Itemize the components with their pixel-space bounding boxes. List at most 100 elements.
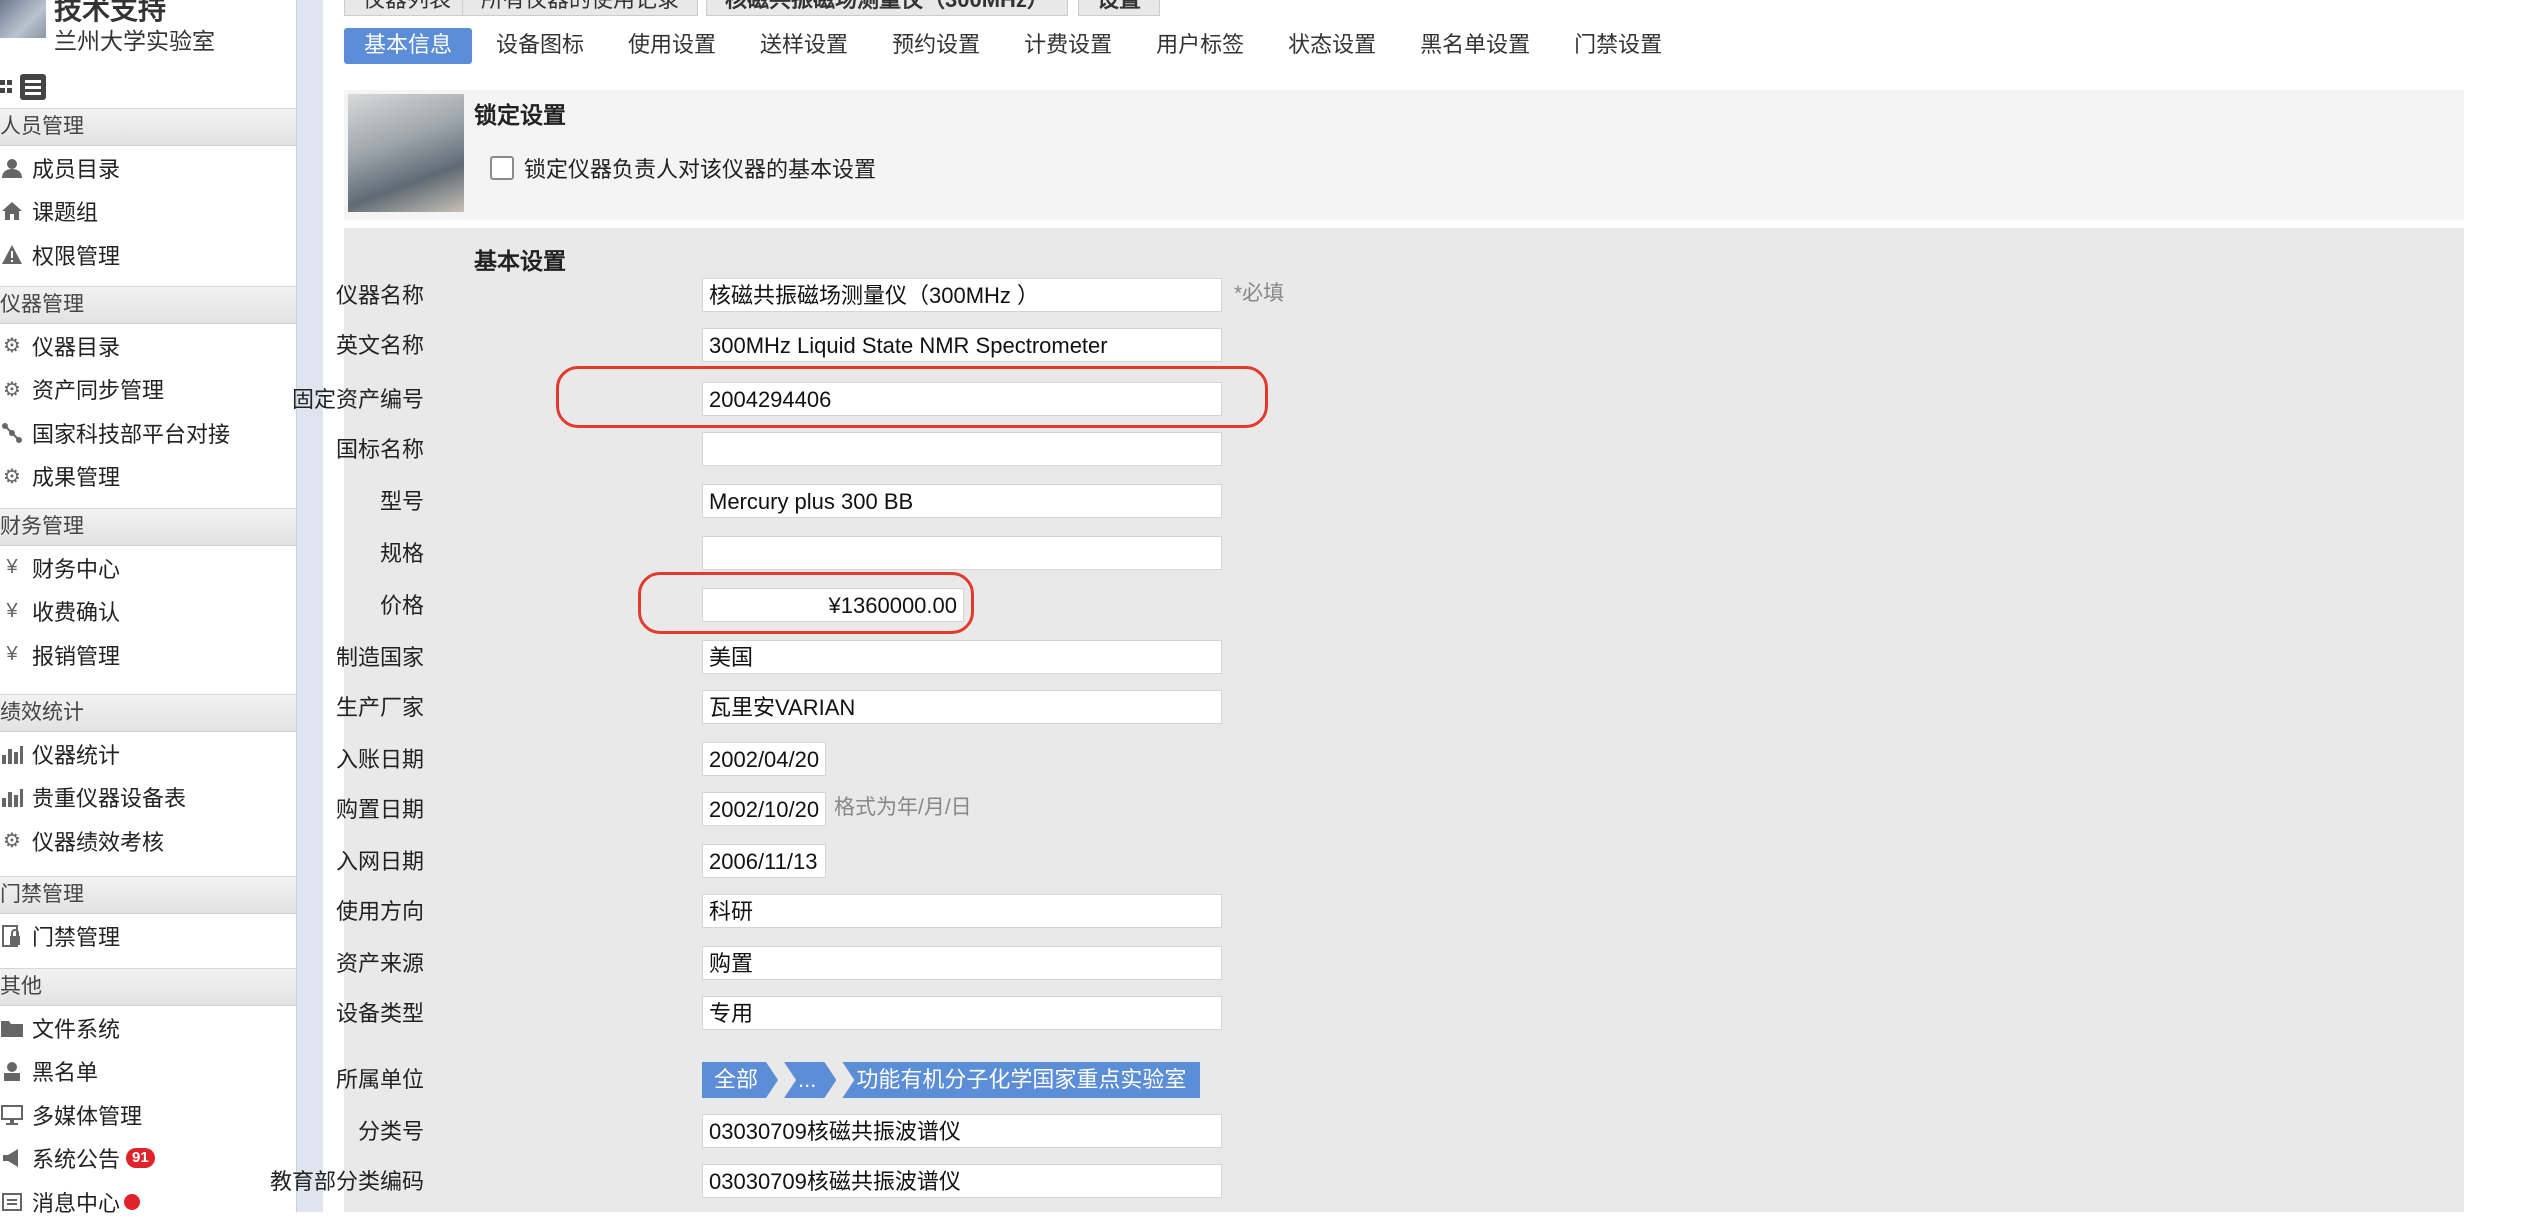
sidebar-item-label: 系统公告 bbox=[32, 1147, 121, 1173]
list-view-icon[interactable] bbox=[20, 74, 46, 100]
sidebar-item-label: 多媒体管理 bbox=[32, 1103, 143, 1129]
sidebar-item-label: 文件系统 bbox=[32, 1016, 121, 1042]
field-label: 英文名称 bbox=[335, 333, 424, 358]
message-icon bbox=[0, 1190, 24, 1214]
sidebar-item-performance[interactable]: ⚙ 仪器绩效考核 bbox=[0, 819, 296, 863]
door-lock-icon bbox=[0, 924, 24, 948]
usage-direction-input[interactable]: 科研 bbox=[702, 894, 1222, 928]
nav-section-finance: 财务管理 ¥ 财务中心 ¥ 收费确认 ¥ 报销管理 bbox=[0, 508, 296, 677]
model-input[interactable]: Mercury plus 300 BB bbox=[702, 484, 1222, 518]
field-manufacturer: 生产厂家 瓦里安VARIAN bbox=[336, 688, 1744, 728]
sidebar-item-access-control[interactable]: 门禁管理 bbox=[0, 914, 296, 958]
sidebar-item-blacklist[interactable]: 黑名单 bbox=[0, 1050, 296, 1094]
sidebar-item-reimbursement[interactable]: ¥ 报销管理 bbox=[0, 633, 296, 677]
sidebar-item-groups[interactable]: 课题组 bbox=[0, 190, 296, 234]
unit-path-root[interactable]: 全部 bbox=[702, 1062, 778, 1098]
yen-icon: ¥ bbox=[6, 599, 18, 622]
nav-section-title: 仪器管理 bbox=[0, 286, 296, 324]
tab-booking-settings[interactable]: 预约设置 bbox=[872, 28, 1000, 64]
field-label: 制造国家 bbox=[335, 645, 424, 670]
tab-basic-info[interactable]: 基本信息 bbox=[344, 28, 473, 64]
field-class-number: 分类号 03030709核磁共振波谱仪 bbox=[344, 1112, 1744, 1152]
spec-input[interactable] bbox=[702, 536, 1222, 570]
tab-blacklist-settings[interactable]: 黑名单设置 bbox=[1400, 28, 1550, 64]
field-label: 设备类型 bbox=[335, 1001, 424, 1026]
field-label: 入账日期 bbox=[335, 747, 424, 772]
sidebar-item-multimedia[interactable]: 多媒体管理 bbox=[0, 1093, 296, 1137]
field-label: 分类号 bbox=[357, 1119, 424, 1144]
field-country: 制造国家 美国 bbox=[336, 638, 1744, 678]
bar-chart-icon bbox=[0, 785, 24, 809]
tab-status-settings[interactable]: 状态设置 bbox=[1268, 28, 1396, 64]
gear-icon: ⚙ bbox=[3, 378, 21, 401]
sidebar-item-achievements[interactable]: ⚙ 成果管理 bbox=[0, 455, 296, 499]
sidebar-item-file-system[interactable]: 文件系统 bbox=[0, 1006, 296, 1050]
sidebar-item-permissions[interactable]: 权限管理 bbox=[0, 233, 296, 277]
breadcrumb-usage-records[interactable]: 所有仪器的使用记录 bbox=[462, 0, 699, 16]
nav-section-title: 人员管理 bbox=[0, 108, 296, 146]
sidebar-item-announcements[interactable]: 系统公告 91 bbox=[0, 1137, 296, 1181]
grid-view-icon[interactable] bbox=[0, 80, 12, 94]
manufacturer-input[interactable]: 瓦里安VARIAN bbox=[702, 690, 1222, 724]
yen-icon: ¥ bbox=[6, 556, 18, 579]
tab-usage-settings[interactable]: 使用设置 bbox=[608, 28, 736, 64]
field-label: 资产来源 bbox=[335, 951, 424, 976]
class-number-input[interactable]: 03030709核磁共振波谱仪 bbox=[702, 1114, 1222, 1148]
instrument-name-input[interactable]: 核磁共振磁场测量仪（300MHz ） bbox=[702, 278, 1222, 312]
sidebar-item-fee-confirm[interactable]: ¥ 收费确认 bbox=[0, 590, 296, 634]
sidebar-item-label: 成员目录 bbox=[32, 156, 121, 182]
tab-sample-settings[interactable]: 送样设置 bbox=[740, 28, 868, 64]
sidebar-item-messages[interactable]: 消息中心 bbox=[0, 1180, 296, 1224]
device-type-input[interactable]: 专用 bbox=[702, 996, 1222, 1030]
purchase-date-input[interactable]: 2002/10/20 bbox=[702, 792, 826, 826]
field-label: 购置日期 bbox=[335, 797, 424, 822]
nav-section-people: 人员管理 成员目录 课题组 权限管理 bbox=[0, 108, 296, 277]
breadcrumb-instrument[interactable]: 核磁共振磁场测量仪（300MHz） bbox=[706, 0, 1068, 16]
sidebar-item-members[interactable]: 成员目录 bbox=[0, 146, 296, 190]
sidebar-collapse-strip[interactable] bbox=[296, 0, 323, 1212]
asset-source-input[interactable]: 购置 bbox=[702, 946, 1222, 980]
nav-section-instruments: 仪器管理 ⚙ 仪器目录 ⚙ 资产同步管理 国家科技部平台对接 ⚙ 成果管理 bbox=[0, 286, 296, 498]
sidebar-item-valuable-equipment[interactable]: 贵重仪器设备表 bbox=[0, 776, 296, 820]
yen-icon: ¥ bbox=[6, 643, 18, 666]
network-date-input[interactable]: 2006/11/13 bbox=[702, 844, 826, 878]
unit-path-ellipsis[interactable]: ... bbox=[784, 1062, 836, 1098]
sidebar-item-finance-center[interactable]: ¥ 财务中心 bbox=[0, 546, 296, 590]
nav-section-title: 绩效统计 bbox=[0, 694, 296, 732]
sidebar-item-asset-sync[interactable]: ⚙ 资产同步管理 bbox=[0, 368, 296, 412]
price-input[interactable]: ¥1360000.00 bbox=[702, 588, 964, 622]
breadcrumb-settings: 设置 bbox=[1078, 0, 1161, 16]
asset-number-input[interactable]: 2004294406 bbox=[702, 382, 1222, 416]
sidebar-item-instrument-stats[interactable]: 仪器统计 bbox=[0, 732, 296, 776]
country-input[interactable]: 美国 bbox=[702, 640, 1222, 674]
bar-chart-icon bbox=[0, 742, 24, 766]
brand-logo bbox=[0, 0, 46, 38]
lock-checkbox-row[interactable]: 锁定仪器负责人对该仪器的基本设置 bbox=[490, 152, 876, 184]
tab-user-tags[interactable]: 用户标签 bbox=[1136, 28, 1264, 64]
english-name-input[interactable]: 300MHz Liquid State NMR Spectrometer bbox=[702, 328, 1222, 362]
monitor-icon bbox=[0, 1103, 24, 1127]
nav-section-title: 其他 bbox=[0, 968, 296, 1006]
sidebar-item-instrument-list[interactable]: ⚙ 仪器目录 bbox=[0, 324, 296, 368]
sidebar-item-label: 门禁管理 bbox=[32, 924, 121, 950]
tab-device-icon[interactable]: 设备图标 bbox=[476, 28, 604, 64]
unit-path-current[interactable]: 功能有机分子化学国家重点实验室 bbox=[842, 1062, 1201, 1098]
sidebar-item-platform-link[interactable]: 国家科技部平台对接 bbox=[0, 411, 296, 455]
tab-billing-settings[interactable]: 计费设置 bbox=[1004, 28, 1132, 64]
field-asset-source: 资产来源 购置 bbox=[336, 944, 1744, 984]
required-note: *必填 bbox=[1234, 282, 1285, 305]
standard-name-input[interactable] bbox=[702, 432, 1222, 466]
tab-access-settings[interactable]: 门禁设置 bbox=[1554, 28, 1682, 64]
settings-tabs: 基本信息 设备图标 使用设置 送样设置 预约设置 计费设置 用户标签 状态设置 … bbox=[344, 28, 1686, 66]
field-label: 教育部分类编码 bbox=[269, 1169, 424, 1194]
sidebar-item-label: 消息中心 bbox=[32, 1190, 121, 1216]
entry-date-input[interactable]: 2002/04/20 bbox=[702, 742, 826, 776]
nav-section-access: 门禁管理 门禁管理 bbox=[0, 876, 296, 958]
edu-code-input[interactable]: 03030709核磁共振波谱仪 bbox=[702, 1164, 1222, 1198]
breadcrumb-instrument-list[interactable]: 仪器列表 bbox=[344, 0, 471, 16]
sidebar-item-label: 贵重仪器设备表 bbox=[32, 786, 187, 812]
field-label: 入网日期 bbox=[335, 849, 424, 874]
lock-checkbox-label: 锁定仪器负责人对该仪器的基本设置 bbox=[524, 157, 877, 182]
sidebar-item-label: 报销管理 bbox=[32, 643, 121, 669]
lock-checkbox[interactable] bbox=[490, 156, 514, 180]
